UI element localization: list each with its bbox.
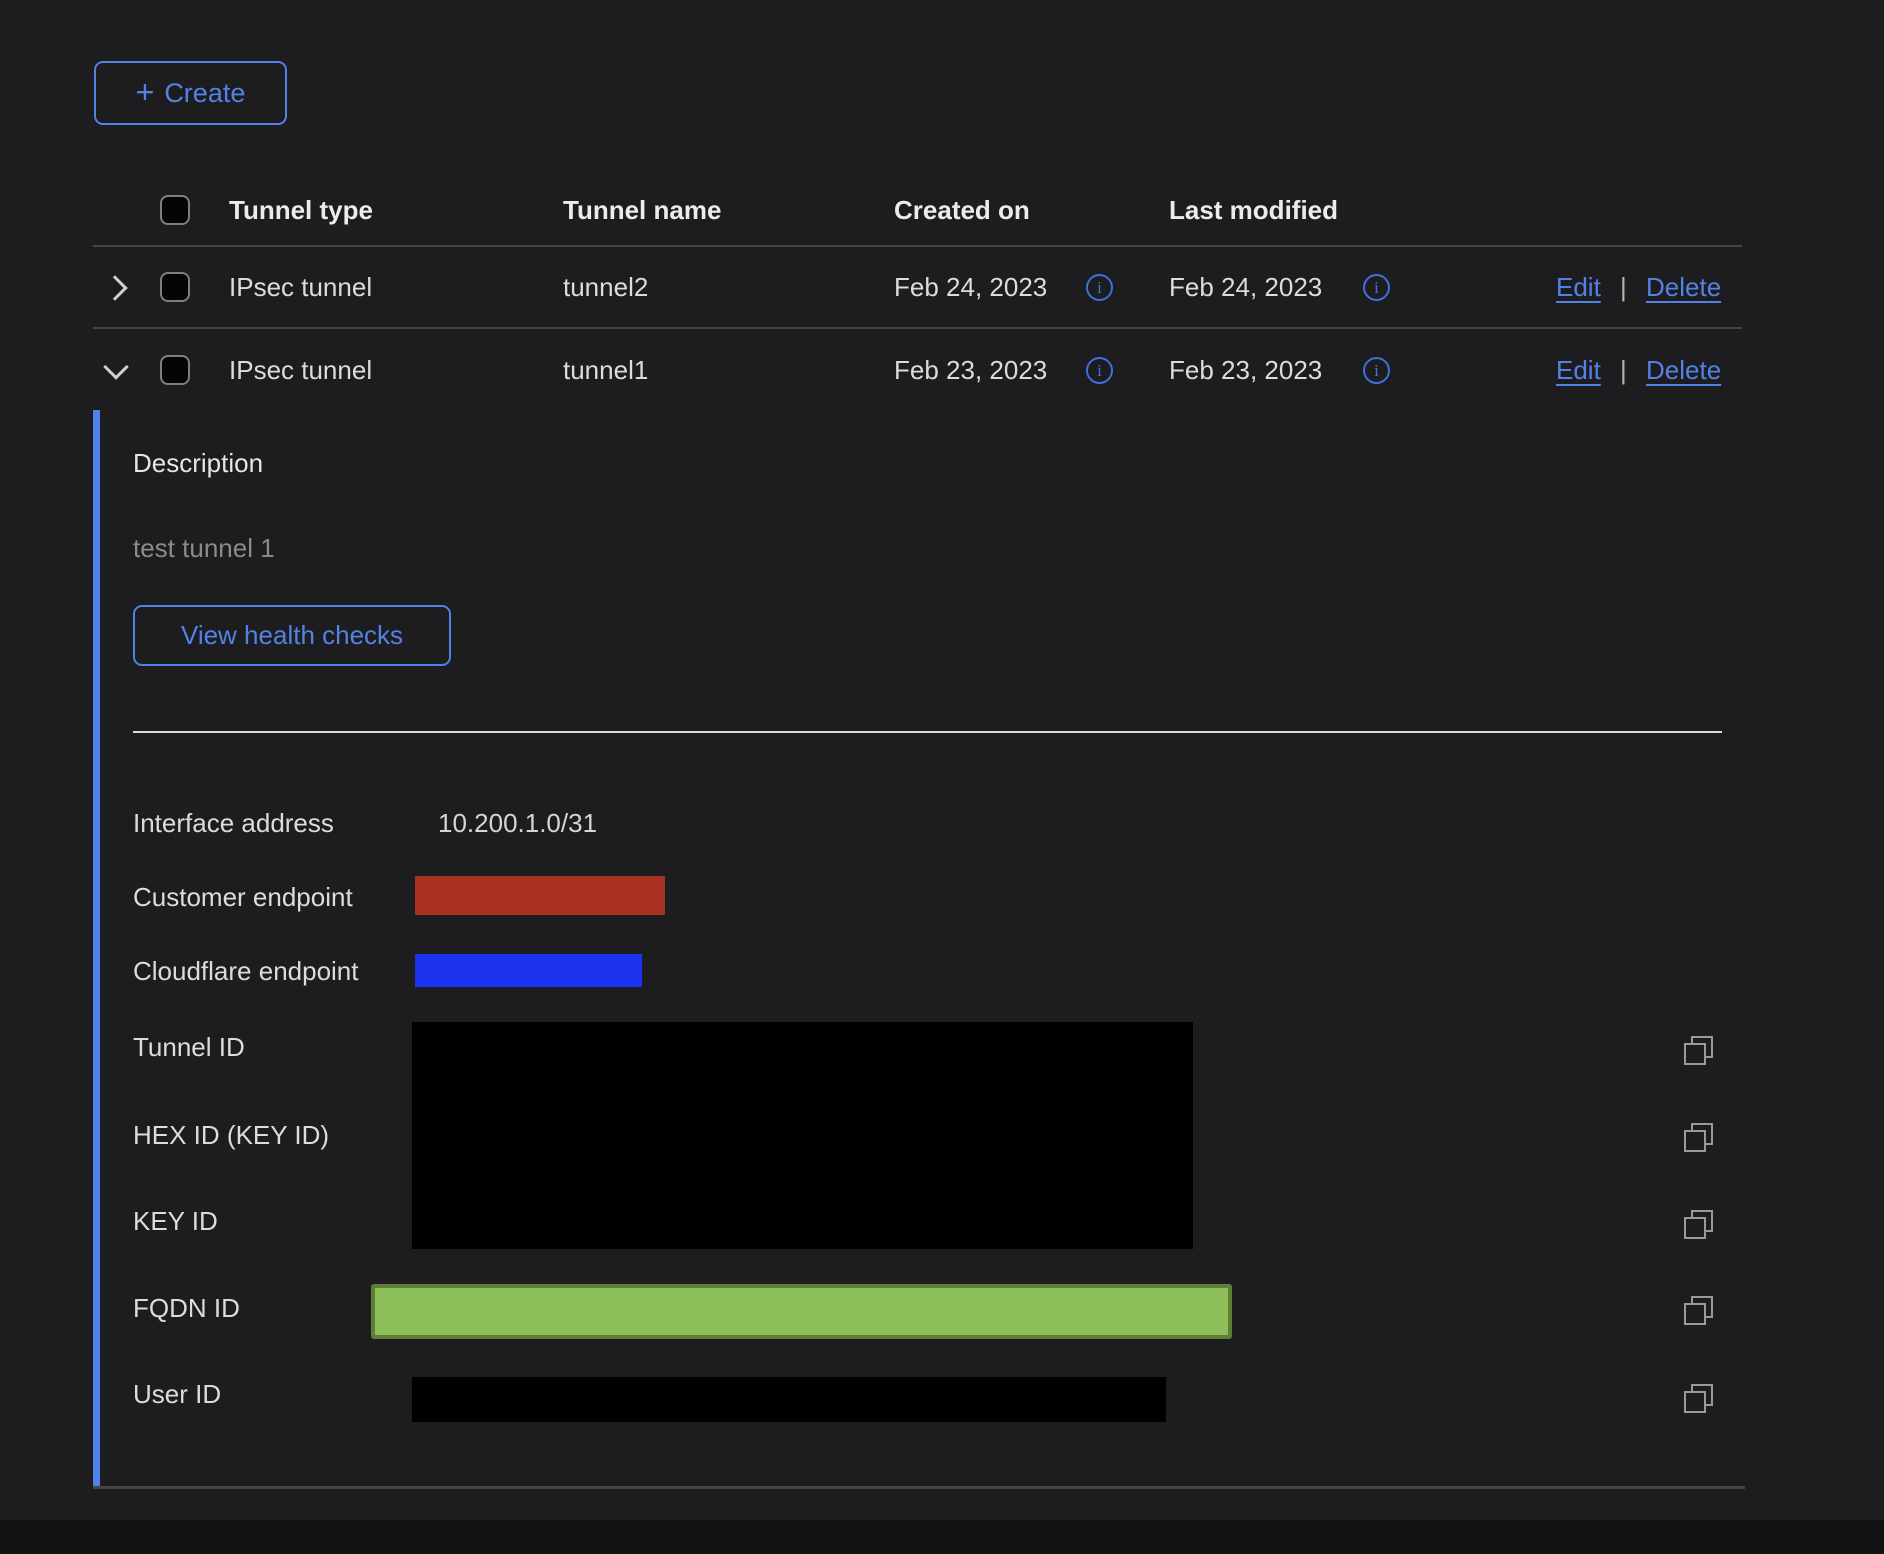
row-tunnel-name: tunnel1 (563, 354, 648, 386)
column-header-created-on: Created on (894, 194, 1030, 226)
row-tunnel-name: tunnel2 (563, 271, 648, 303)
expanded-panel-bottom-divider (93, 1486, 1745, 1489)
copy-icon[interactable] (1684, 1296, 1713, 1325)
row-created-on: Feb 24, 2023 (894, 271, 1047, 303)
ids-redacted-value-block (412, 1022, 1193, 1249)
plus-icon: + (136, 76, 155, 108)
hex-id-label: HEX ID (KEY ID) (133, 1119, 329, 1151)
action-separator: | (1620, 354, 1627, 386)
copy-icon-front-square (1684, 1217, 1706, 1239)
column-header-tunnel-type: Tunnel type (229, 194, 373, 226)
description-label: Description (133, 447, 263, 479)
column-header-last-modified: Last modified (1169, 194, 1338, 226)
row-tunnel-type: IPsec tunnel (229, 271, 372, 303)
detail-divider (133, 731, 1722, 733)
view-health-checks-button[interactable]: View health checks (133, 605, 451, 666)
collapse-row-chevron-down-icon[interactable] (103, 354, 128, 379)
delete-link[interactable]: Delete (1646, 354, 1721, 386)
edit-link[interactable]: Edit (1556, 271, 1601, 303)
expanded-row-accent-rail (93, 410, 100, 1487)
customer-endpoint-redacted-value (415, 876, 665, 915)
delete-link[interactable]: Delete (1646, 271, 1721, 303)
description-value: test tunnel 1 (133, 532, 275, 564)
expand-row-chevron-right-icon[interactable] (102, 275, 127, 300)
row-checkbox[interactable] (160, 355, 190, 385)
create-button-label: Create (164, 78, 245, 109)
row-created-on: Feb 23, 2023 (894, 354, 1047, 386)
copy-icon-front-square (1684, 1391, 1706, 1413)
copy-icon-front-square (1684, 1303, 1706, 1325)
row-divider (93, 327, 1742, 329)
interface-address-label: Interface address (133, 807, 334, 839)
fqdn-id-label: FQDN ID (133, 1292, 240, 1324)
cloudflare-endpoint-redacted-value (415, 954, 642, 987)
copy-icon-front-square (1684, 1043, 1706, 1065)
row-tunnel-type: IPsec tunnel (229, 354, 372, 386)
cloudflare-endpoint-label: Cloudflare endpoint (133, 955, 359, 987)
copy-icon-front-square (1684, 1130, 1706, 1152)
info-icon[interactable]: i (1363, 274, 1390, 301)
row-last-modified: Feb 24, 2023 (1169, 271, 1322, 303)
view-health-checks-label: View health checks (181, 620, 403, 651)
info-icon[interactable]: i (1086, 274, 1113, 301)
user-id-redacted-value (412, 1377, 1166, 1422)
column-header-tunnel-name: Tunnel name (563, 194, 721, 226)
tunnel-id-label: Tunnel ID (133, 1031, 245, 1063)
fqdn-id-redacted-value (371, 1284, 1232, 1339)
bottom-edge-strip (0, 1520, 1884, 1554)
action-separator: | (1620, 271, 1627, 303)
header-divider (93, 245, 1742, 247)
row-checkbox[interactable] (160, 272, 190, 302)
copy-icon[interactable] (1684, 1123, 1713, 1152)
select-all-checkbox[interactable] (160, 195, 190, 225)
customer-endpoint-label: Customer endpoint (133, 881, 353, 913)
tunnels-page: + Create Tunnel type Tunnel name Created… (0, 0, 1884, 1554)
user-id-label: User ID (133, 1378, 221, 1410)
create-button[interactable]: + Create (94, 61, 287, 125)
copy-icon[interactable] (1684, 1210, 1713, 1239)
key-id-label: KEY ID (133, 1205, 218, 1237)
row-last-modified: Feb 23, 2023 (1169, 354, 1322, 386)
info-icon[interactable]: i (1363, 357, 1390, 384)
edit-link[interactable]: Edit (1556, 354, 1601, 386)
copy-icon[interactable] (1684, 1036, 1713, 1065)
copy-icon[interactable] (1684, 1384, 1713, 1413)
interface-address-value: 10.200.1.0/31 (438, 807, 597, 839)
info-icon[interactable]: i (1086, 357, 1113, 384)
